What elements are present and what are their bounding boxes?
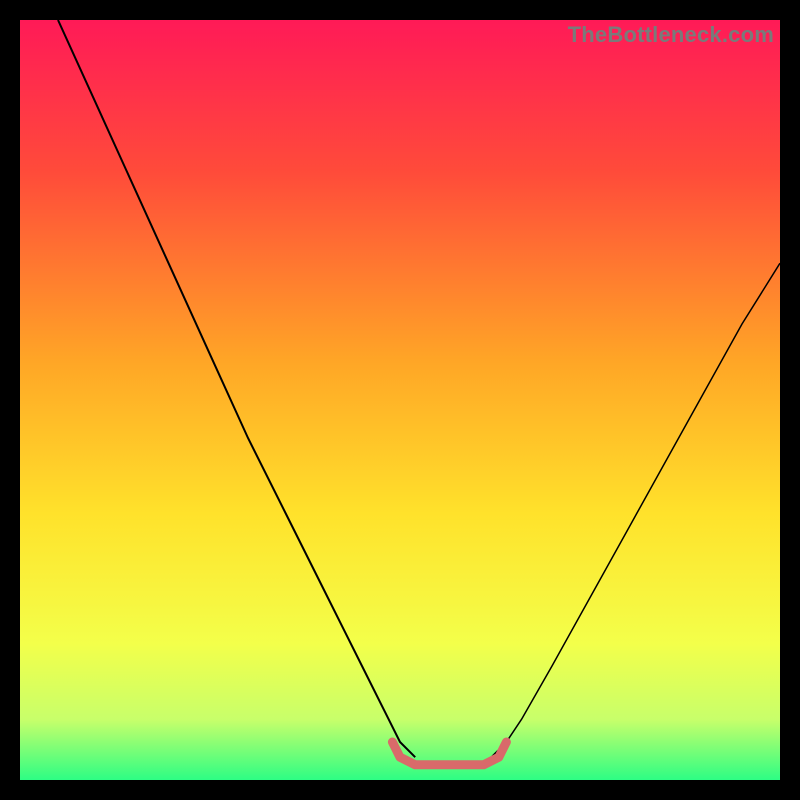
chart-frame: TheBottleneck.com: [20, 20, 780, 780]
watermark-label: TheBottleneck.com: [568, 22, 774, 48]
chart-canvas: [20, 20, 780, 780]
gradient-background: [20, 20, 780, 780]
